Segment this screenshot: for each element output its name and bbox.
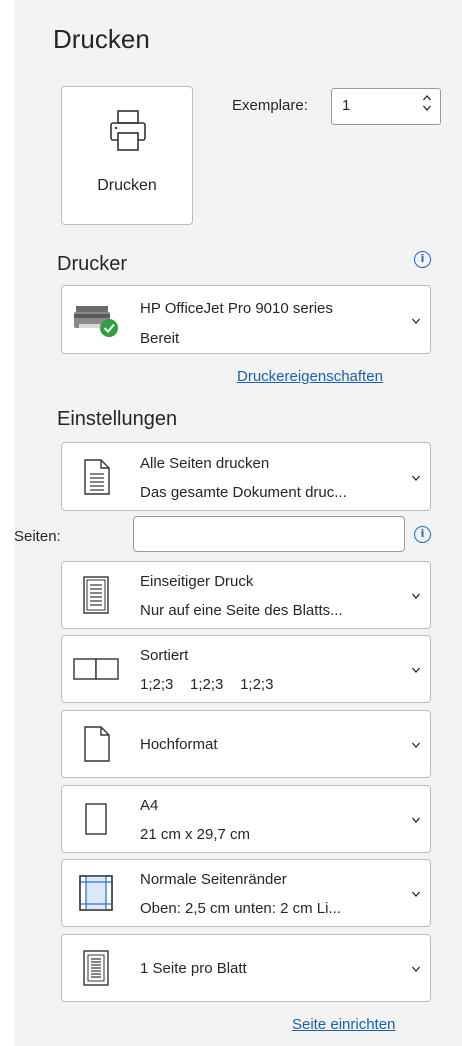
print-range-dropdown[interactable]: Alle Seiten drucken Das gesamte Dokument… bbox=[61, 442, 431, 511]
print-button-label: Drucken bbox=[97, 177, 157, 194]
dropdown-line2: Das gesamte Dokument druc... bbox=[140, 484, 347, 501]
duplex-dropdown[interactable]: Einseitiger Druck Nur auf eine Seite des… bbox=[61, 561, 431, 629]
info-icon[interactable]: i bbox=[414, 251, 431, 268]
dropdown-line1: A4 bbox=[140, 797, 159, 814]
pages-input[interactable] bbox=[133, 516, 405, 552]
chevron-down-icon bbox=[411, 663, 421, 681]
printer-icon bbox=[109, 109, 147, 158]
portrait-icon bbox=[62, 711, 130, 777]
margins-icon bbox=[62, 860, 130, 926]
chevron-down-icon bbox=[411, 738, 421, 756]
all-pages-icon bbox=[62, 443, 130, 510]
printer-properties-link[interactable]: Druckereigenschaften bbox=[237, 368, 383, 385]
dropdown-line1: Sortiert bbox=[140, 647, 189, 664]
copies-stepper[interactable]: 1 bbox=[331, 88, 441, 125]
dropdown-line2: Nur auf eine Seite des Blatts... bbox=[140, 602, 343, 619]
printer-ready-icon bbox=[62, 286, 130, 353]
collated-icon bbox=[62, 636, 130, 702]
print-button[interactable]: Drucken bbox=[61, 86, 193, 225]
settings-section-title: Einstellungen bbox=[57, 408, 178, 430]
chevron-down-icon bbox=[411, 314, 421, 332]
page-title: Drucken bbox=[53, 24, 150, 54]
one-sided-icon bbox=[62, 562, 130, 628]
pages-per-sheet-icon bbox=[62, 935, 130, 1001]
chevron-down-icon bbox=[411, 471, 421, 489]
info-icon[interactable]: i bbox=[414, 526, 431, 543]
spin-icon[interactable] bbox=[422, 92, 432, 118]
chevron-down-icon bbox=[411, 813, 421, 831]
pages-per-sheet-dropdown[interactable]: 1 Seite pro Blatt bbox=[61, 934, 431, 1002]
chevron-down-icon bbox=[411, 589, 421, 607]
chevron-down-icon bbox=[411, 887, 421, 905]
dropdown-line1: Hochformat bbox=[140, 736, 218, 753]
copies-label: Exemplare: bbox=[232, 97, 308, 114]
dropdown-line1: Normale Seitenränder bbox=[140, 871, 287, 888]
printer-dropdown[interactable]: HP OfficeJet Pro 9010 series Bereit bbox=[61, 285, 431, 354]
dropdown-line2: 21 cm x 29,7 cm bbox=[140, 826, 251, 843]
dropdown-line2: 1;2;3 1;2;3 1;2;3 bbox=[140, 676, 274, 693]
orientation-dropdown[interactable]: Hochformat bbox=[61, 710, 431, 778]
printer-name: HP OfficeJet Pro 9010 series bbox=[140, 300, 333, 317]
chevron-down-icon bbox=[411, 962, 421, 980]
pages-label: Seiten: bbox=[14, 528, 61, 545]
copies-value: 1 bbox=[342, 97, 351, 114]
printer-section-title: Drucker bbox=[57, 253, 128, 275]
dropdown-line1: Einseitiger Druck bbox=[140, 573, 254, 590]
paper-size-dropdown[interactable]: A4 21 cm x 29,7 cm bbox=[61, 785, 431, 853]
paper-size-icon bbox=[62, 786, 130, 852]
dropdown-line1: 1 Seite pro Blatt bbox=[140, 960, 247, 977]
collation-dropdown[interactable]: Sortiert 1;2;3 1;2;3 1;2;3 bbox=[61, 635, 431, 703]
margins-dropdown[interactable]: Normale Seitenränder Oben: 2,5 cm unten:… bbox=[61, 859, 431, 927]
page-setup-link[interactable]: Seite einrichten bbox=[292, 1016, 395, 1033]
dropdown-line1: Alle Seiten drucken bbox=[140, 455, 270, 472]
dropdown-line2: Oben: 2,5 cm unten: 2 cm Li... bbox=[140, 900, 341, 917]
printer-status: Bereit bbox=[140, 330, 180, 347]
